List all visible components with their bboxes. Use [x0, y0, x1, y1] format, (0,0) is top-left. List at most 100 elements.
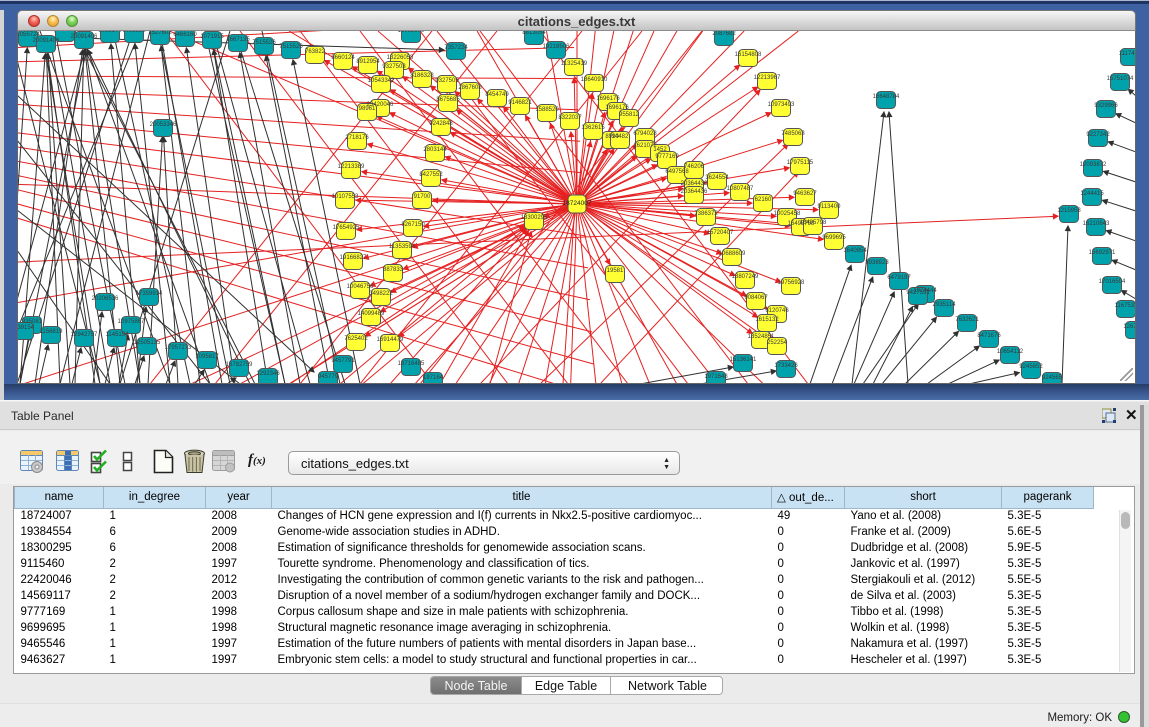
svg-text:1065528: 1065528 [122, 31, 146, 34]
svg-text:1733426: 1733426 [774, 363, 798, 369]
svg-text:1527602: 1527602 [148, 31, 172, 36]
svg-text:9777169: 9777169 [655, 154, 679, 160]
svg-text:1063174: 1063174 [98, 31, 122, 34]
svg-text:10975867: 10975867 [118, 319, 145, 325]
svg-text:91700: 91700 [414, 194, 431, 200]
svg-text:16495798: 16495798 [800, 220, 827, 226]
svg-text:20091406: 20091406 [33, 38, 60, 44]
svg-text:10107553: 10107553 [332, 194, 359, 200]
svg-text:20091406: 20091406 [71, 34, 98, 40]
svg-text:7485063: 7485063 [781, 131, 805, 137]
svg-text:20053346: 20053346 [150, 122, 177, 128]
svg-text:12942757: 12942757 [71, 332, 98, 338]
svg-text:16648784: 16648784 [873, 94, 900, 100]
svg-text:19581: 19581 [607, 268, 624, 274]
svg-text:16914479: 16914479 [377, 337, 404, 343]
svg-text:2867608: 2867608 [458, 85, 482, 91]
svg-text:9227342: 9227342 [1086, 132, 1110, 138]
svg-text:8938923: 8938923 [865, 260, 889, 266]
svg-text:8675685: 8675685 [436, 97, 460, 103]
svg-text:1117453: 1117453 [1119, 51, 1136, 57]
svg-text:9329966: 9329966 [1094, 103, 1118, 109]
svg-text:12213389: 12213389 [338, 164, 365, 170]
svg-text:1667135: 1667135 [226, 37, 250, 43]
svg-text:10025458: 10025458 [774, 211, 801, 217]
svg-text:9699695: 9699695 [822, 235, 846, 241]
svg-text:2087682: 2087682 [712, 31, 736, 37]
svg-text:7515526: 7515526 [252, 40, 276, 46]
svg-text:1145194: 1145194 [106, 332, 130, 338]
svg-text:12213967: 12213967 [754, 75, 781, 81]
svg-text:13226058: 13226058 [387, 55, 414, 61]
svg-text:62160: 62160 [755, 197, 772, 203]
svg-text:7357224: 7357224 [444, 45, 468, 51]
svg-text:15692971: 15692971 [1089, 250, 1116, 256]
svg-text:7625402: 7625402 [344, 336, 368, 342]
svg-text:2935114: 2935114 [933, 302, 957, 308]
svg-text:18807249: 18807249 [732, 274, 759, 280]
svg-text:1095817: 1095817 [195, 354, 219, 360]
svg-text:1588520: 1588520 [535, 107, 559, 113]
svg-text:9084067: 9084067 [744, 295, 768, 301]
svg-text:14099489: 14099489 [358, 311, 385, 317]
svg-text:17359914: 17359914 [136, 291, 163, 297]
svg-text:15136141: 15136141 [730, 357, 757, 363]
svg-text:10688609: 10688609 [719, 251, 746, 257]
svg-text:20364436: 20364436 [681, 181, 708, 187]
svg-text:1640954: 1640954 [843, 248, 867, 254]
svg-text:9113400: 9113400 [818, 204, 842, 210]
svg-text:3498222: 3498222 [369, 291, 393, 297]
svg-text:8454749: 8454749 [485, 92, 509, 98]
svg-text:17016504: 17016504 [1099, 279, 1126, 285]
svg-text:9457791: 9457791 [331, 358, 355, 364]
svg-text:17654925: 17654925 [333, 225, 360, 231]
svg-text:16210643: 16210643 [1083, 221, 1110, 227]
svg-text:955812: 955812 [619, 112, 640, 118]
svg-text:10543342: 10543342 [368, 78, 395, 84]
svg-text:18300295: 18300295 [521, 215, 548, 221]
svg-text:16782759: 16782759 [226, 362, 253, 368]
svg-text:9242848: 9242848 [429, 121, 453, 127]
svg-text:6479197: 6479197 [887, 275, 911, 281]
svg-text:887833: 887833 [383, 267, 404, 273]
svg-text:252254: 252254 [767, 340, 788, 346]
svg-text:6794028: 6794028 [633, 131, 657, 137]
svg-text:17975115: 17975115 [787, 160, 814, 166]
svg-text:20206516: 20206516 [92, 296, 119, 302]
svg-text:6466160: 6466160 [173, 32, 197, 38]
svg-text:10807487: 10807487 [727, 186, 754, 192]
svg-text:1362615: 1362615 [581, 125, 605, 131]
svg-text:19716485: 19716485 [398, 361, 425, 367]
svg-text:16154808: 16154808 [735, 52, 762, 58]
svg-text:15751074: 15751074 [1107, 76, 1134, 82]
svg-text:1615132: 1615132 [755, 317, 779, 323]
svg-text:763822: 763822 [305, 49, 326, 55]
svg-text:8813054: 8813054 [522, 31, 546, 36]
svg-text:9327503: 9327503 [382, 64, 406, 70]
svg-text:1696176: 1696176 [596, 96, 620, 102]
svg-text:1452: 1452 [653, 147, 667, 153]
svg-text:18640910: 18640910 [581, 77, 608, 83]
svg-text:1244415: 1244415 [1080, 191, 1104, 197]
svg-text:18724007: 18724007 [563, 200, 592, 207]
svg-text:9245652: 9245652 [1019, 364, 1043, 370]
svg-text:20364436: 20364436 [681, 189, 708, 195]
svg-text:19166827: 19166827 [340, 255, 367, 261]
svg-text:12093872: 12093872 [1080, 162, 1107, 168]
svg-text:7632621: 7632621 [955, 317, 979, 323]
svg-text:10046756: 10046756 [347, 284, 374, 290]
svg-text:10654112: 10654112 [997, 349, 1024, 355]
svg-text:9427551: 9427551 [906, 290, 930, 296]
svg-text:746206: 746206 [684, 164, 705, 170]
svg-text:1292346: 1292346 [256, 371, 280, 377]
svg-text:8322037: 8322037 [558, 115, 582, 121]
svg-text:19218506: 19218506 [543, 44, 570, 50]
svg-text:197164: 197164 [423, 375, 444, 381]
svg-text:11325419: 11325419 [561, 61, 588, 67]
svg-text:3624554: 3624554 [705, 175, 729, 181]
svg-text:12505135: 12505135 [134, 340, 161, 346]
svg-text:10973493: 10973493 [768, 102, 795, 108]
svg-text:8186328: 8186328 [410, 73, 434, 79]
svg-text:7386372: 7386372 [694, 211, 718, 217]
svg-text:9146821: 9146821 [508, 100, 532, 106]
